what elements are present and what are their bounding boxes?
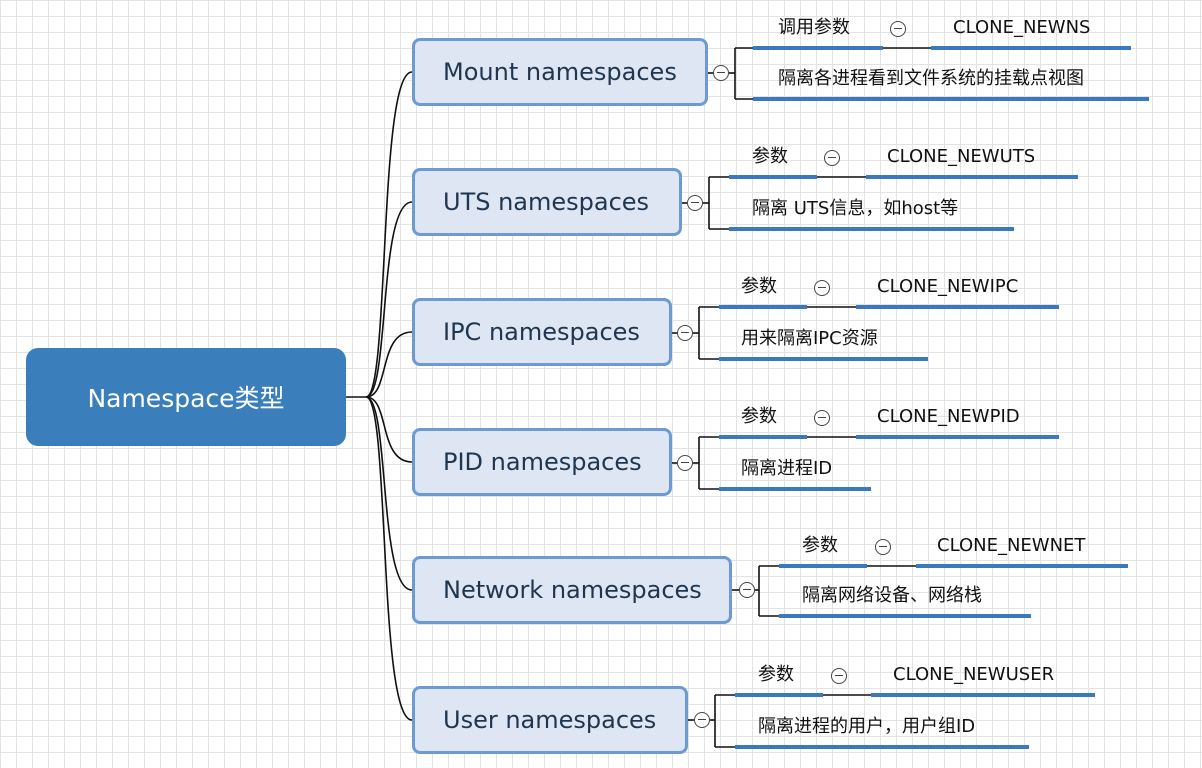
param-label: 参数: [741, 406, 777, 427]
underline: [916, 564, 1128, 568]
collapse-minus-icon[interactable]: [824, 150, 840, 166]
branch-node-pid[interactable]: PID namespaces: [412, 428, 672, 496]
branch-label: PID namespaces: [443, 448, 642, 476]
param-label: 参数: [752, 146, 788, 167]
underline: [719, 357, 928, 361]
underline: [866, 175, 1078, 179]
branch-node-mount[interactable]: Mount namespaces: [412, 38, 708, 106]
description: 隔离进程的用户，用户组ID: [758, 716, 976, 737]
collapse-minus-icon[interactable]: [890, 21, 906, 37]
param-label: 调用参数: [778, 17, 850, 38]
flag-value: CLONE_NEWUSER: [893, 664, 1055, 685]
branch-node-ipc[interactable]: IPC namespaces: [412, 298, 672, 366]
underline: [719, 435, 807, 439]
collapse-minus-icon[interactable]: [694, 712, 710, 728]
flag-value: CLONE_NEWNS: [953, 17, 1091, 38]
underline: [735, 693, 823, 697]
description: 隔离 UTS信息，如host等: [752, 198, 959, 219]
underline: [753, 97, 1149, 101]
description: 隔离网络设备、网络栈: [802, 585, 982, 606]
root-label: Namespace类型: [87, 384, 285, 413]
underline: [735, 745, 1029, 749]
collapse-minus-icon[interactable]: [713, 65, 729, 81]
branch-label: IPC namespaces: [443, 318, 640, 346]
branch-node-network[interactable]: Network namespaces: [412, 556, 732, 624]
branch-connector: [365, 201, 413, 398]
branch-node-uts[interactable]: UTS namespaces: [412, 168, 682, 236]
branch-label: User namespaces: [443, 706, 657, 734]
branch-connector: [365, 396, 413, 721]
param-label: 参数: [802, 535, 838, 556]
underline: [779, 564, 867, 568]
branch-label: Network namespaces: [443, 576, 702, 604]
branch-label: Mount namespaces: [443, 58, 677, 86]
flag-value: CLONE_NEWUTS: [887, 146, 1036, 167]
param-label: 参数: [741, 276, 777, 297]
underline: [856, 435, 1059, 439]
flag-value: CLONE_NEWIPC: [877, 276, 1019, 297]
underline: [719, 305, 807, 309]
description: 隔离各进程看到文件系统的挂载点视图: [778, 68, 1084, 89]
collapse-minus-icon[interactable]: [677, 325, 693, 341]
collapse-minus-icon[interactable]: [687, 195, 703, 211]
branch-connector: [365, 396, 413, 591]
underline: [856, 305, 1059, 309]
underline: [753, 46, 883, 50]
underline: [729, 227, 1014, 231]
collapse-minus-icon[interactable]: [814, 280, 830, 296]
description: 隔离进程ID: [741, 458, 833, 479]
param-label: 参数: [758, 664, 794, 685]
branch-label: UTS namespaces: [443, 188, 650, 216]
collapse-minus-icon[interactable]: [677, 455, 693, 471]
flag-value: CLONE_NEWPID: [877, 406, 1020, 427]
underline: [719, 487, 871, 491]
underline: [779, 614, 1031, 618]
collapse-minus-icon[interactable]: [814, 410, 830, 426]
collapse-minus-icon[interactable]: [739, 582, 755, 598]
branch-connector: [365, 71, 413, 398]
root-node[interactable]: Namespace类型: [26, 348, 346, 446]
flag-value: CLONE_NEWNET: [937, 535, 1086, 556]
underline: [871, 693, 1095, 697]
collapse-minus-icon[interactable]: [831, 668, 847, 684]
branch-node-user[interactable]: User namespaces: [412, 686, 688, 754]
collapse-minus-icon[interactable]: [875, 539, 891, 555]
description: 用来隔离IPC资源: [741, 328, 878, 349]
underline: [729, 175, 817, 179]
underline: [931, 46, 1131, 50]
